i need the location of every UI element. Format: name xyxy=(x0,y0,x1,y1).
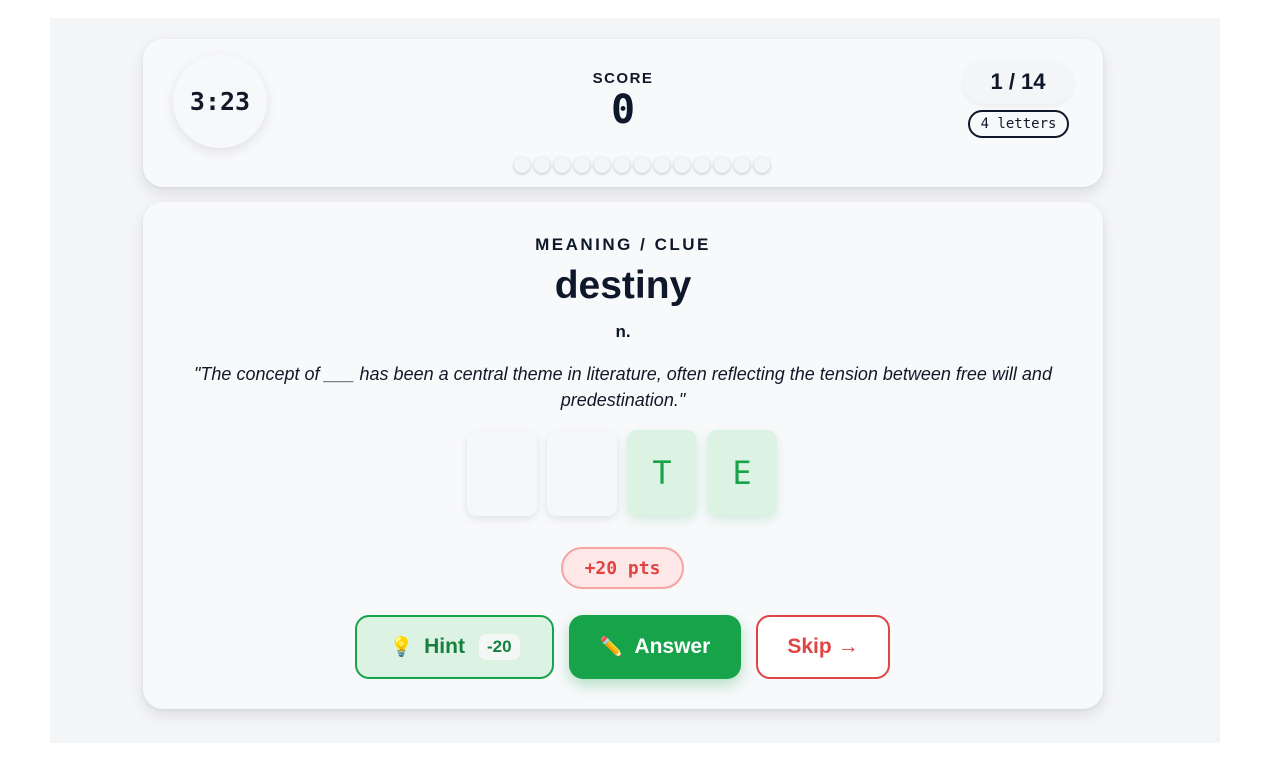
status-card: 3:23 SCORE 0 1 / 14 4 letters xyxy=(143,39,1103,187)
progress-dot xyxy=(614,157,630,173)
letter-tiles: T E xyxy=(467,430,777,516)
progress-dot xyxy=(634,157,650,173)
score-value: 0 xyxy=(610,87,636,133)
progress-dot xyxy=(754,157,770,173)
progress-dot xyxy=(714,157,730,173)
lightbulb-icon: 💡 xyxy=(389,637,414,658)
skip-label: Skip xyxy=(787,635,832,658)
answer-button[interactable]: ✏️ Answer xyxy=(569,615,741,679)
letter-count-badge: 4 letters xyxy=(968,110,1069,138)
progress-dot xyxy=(654,157,670,173)
clue-word: destiny xyxy=(554,264,692,307)
letter-tile[interactable] xyxy=(467,430,537,516)
letter-tile-revealed: E xyxy=(707,430,777,516)
progress-dot xyxy=(674,157,690,173)
pencil-icon: ✏️ xyxy=(599,637,624,658)
skip-button[interactable]: Skip → xyxy=(756,615,890,679)
answer-label: Answer xyxy=(634,635,711,658)
progress-dot xyxy=(534,157,550,173)
part-of-speech: n. xyxy=(615,322,631,341)
progress-dot xyxy=(694,157,710,173)
progress-dots xyxy=(514,157,770,173)
letter-tile-revealed: T xyxy=(627,430,697,516)
progress-dot xyxy=(514,157,530,173)
progress-dot xyxy=(734,157,750,173)
points-badge: +20 pts xyxy=(561,547,684,589)
hint-cost-badge: -20 xyxy=(478,634,520,660)
clue-card: MEANING / CLUE destiny n. "The concept o… xyxy=(143,202,1103,709)
hint-label: Hint xyxy=(424,635,465,658)
arrow-right-icon: → xyxy=(837,635,859,658)
hint-button[interactable]: 💡 Hint -20 xyxy=(355,615,554,679)
clue-label: MEANING / CLUE xyxy=(535,235,711,254)
score-label: SCORE xyxy=(592,70,654,87)
letter-tile[interactable] xyxy=(547,430,617,516)
progress-dot xyxy=(574,157,590,173)
question-progress: 1 / 14 xyxy=(963,60,1073,104)
progress-dot xyxy=(554,157,570,173)
example-sentence: "The concept of ___ has been a central t… xyxy=(194,364,1052,410)
progress-dot xyxy=(594,157,610,173)
game-stage: 3:23 SCORE 0 1 / 14 4 letters MEANING / … xyxy=(50,18,1220,743)
